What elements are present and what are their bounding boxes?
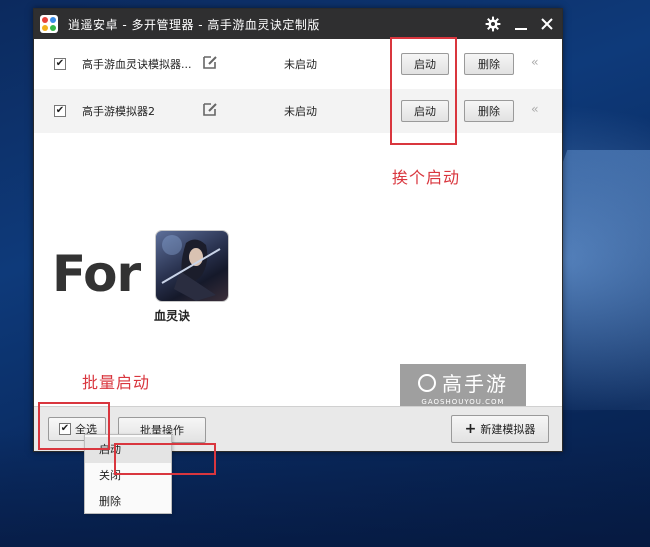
delete-button[interactable]: 删除 bbox=[464, 100, 514, 122]
row-checkbox[interactable]: ✔ bbox=[54, 58, 66, 70]
double-chevron-left-icon[interactable]: ‹‹ bbox=[531, 102, 538, 116]
emulator-name: 高手游模拟器2 bbox=[82, 105, 155, 118]
menu-start-highlight bbox=[114, 443, 216, 475]
game-icon bbox=[155, 230, 229, 302]
new-emulator-label: 新建模拟器 bbox=[480, 423, 536, 436]
title-bar: 逍遥安卓 - 多开管理器 - 高手游血灵诀定制版 bbox=[34, 9, 562, 39]
batch-start-annotation: 批量启动 bbox=[82, 373, 151, 392]
new-emulator-button[interactable]: + 新建模拟器 bbox=[451, 415, 549, 443]
brand-logo-icon bbox=[418, 373, 436, 392]
game-name: 血灵诀 bbox=[154, 309, 191, 323]
gear-icon[interactable] bbox=[480, 9, 506, 39]
emulator-row: ✔ 高手游血灵诀模拟器... 未启动 启动 删除 ‹‹ bbox=[34, 42, 562, 86]
watermark: 高手游 GAOSHOUYOU.COM bbox=[400, 364, 526, 410]
emulator-row: ✔ 高手游模拟器2 未启动 启动 删除 ‹‹ bbox=[34, 89, 562, 133]
delete-button[interactable]: 删除 bbox=[464, 53, 514, 75]
watermark-subtext: GAOSHOUYOU.COM bbox=[421, 398, 505, 406]
edit-icon[interactable] bbox=[202, 101, 218, 117]
window-title: 逍遥安卓 - 多开管理器 - 高手游血灵诀定制版 bbox=[68, 17, 320, 32]
individual-start-annotation: 挨个启动 bbox=[392, 168, 461, 187]
row-checkbox[interactable]: ✔ bbox=[54, 105, 66, 117]
start-buttons-highlight bbox=[390, 37, 457, 145]
watermark-text: 高手游 bbox=[442, 372, 508, 396]
emulator-status: 未启动 bbox=[284, 58, 317, 71]
select-all-highlight bbox=[38, 402, 110, 450]
close-icon[interactable] bbox=[534, 9, 560, 39]
app-logo-icon bbox=[40, 15, 58, 33]
double-chevron-left-icon[interactable]: ‹‹ bbox=[531, 55, 538, 69]
for-label: For bbox=[52, 245, 141, 303]
minimize-icon[interactable] bbox=[508, 9, 534, 39]
edit-icon[interactable] bbox=[202, 54, 218, 70]
emulator-name: 高手游血灵诀模拟器... bbox=[82, 58, 192, 71]
plus-icon: + bbox=[464, 421, 477, 437]
menu-item-delete[interactable]: 删除 bbox=[85, 489, 171, 515]
emulator-status: 未启动 bbox=[284, 105, 317, 118]
